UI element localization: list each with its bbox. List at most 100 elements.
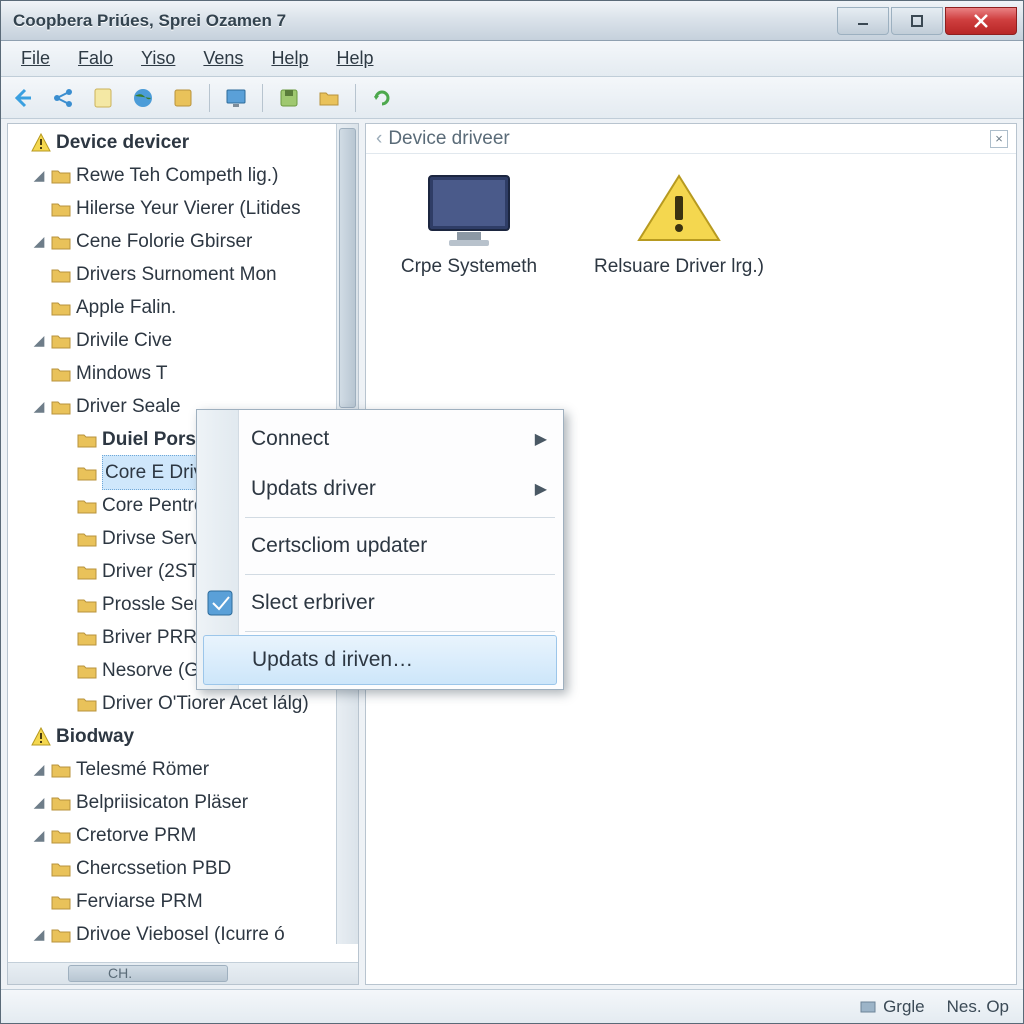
- details-item-warning[interactable]: Relsuare Driver lrg.): [594, 170, 764, 278]
- minimize-button[interactable]: [837, 7, 889, 35]
- menu-falo[interactable]: Falo: [66, 44, 125, 73]
- tree-item-label: Driver (2ST: [102, 555, 199, 588]
- status-right: Nes. Op: [947, 997, 1009, 1017]
- context-menu-item[interactable]: Updats driver▶: [199, 464, 561, 514]
- details-item-label: Relsuare Driver lrg.): [594, 256, 764, 278]
- tree-item[interactable]: Mindows T: [8, 357, 358, 390]
- tree-item[interactable]: Ferviarse PRM: [8, 885, 358, 918]
- tree-item[interactable]: ◢ Rewe Teh Competh lig.): [8, 159, 358, 192]
- menu-file[interactable]: File: [9, 44, 62, 73]
- tree-item[interactable]: Drivers Surnoment Mon: [8, 258, 358, 291]
- expander-icon[interactable]: ◢: [30, 324, 48, 357]
- tool-share-icon[interactable]: [47, 82, 79, 114]
- tree-item[interactable]: Hilerse Yeur Vierer (Litides: [8, 192, 358, 225]
- tool-note-icon[interactable]: [87, 82, 119, 114]
- tree-item[interactable]: ◢ Drivoe Viebosel (Icurre ó: [8, 918, 358, 951]
- toolbar-separator: [209, 84, 210, 112]
- tree-item[interactable]: ◢ Drivile Cive: [8, 324, 358, 357]
- toolbar-separator: [355, 84, 356, 112]
- context-menu-label: Connect: [251, 427, 329, 451]
- hscroll-thumb[interactable]: [68, 965, 228, 982]
- tree-root-device[interactable]: Device devicer: [8, 126, 358, 159]
- tree-item[interactable]: Apple Falin.: [8, 291, 358, 324]
- window-buttons: [835, 7, 1017, 35]
- context-menu-item[interactable]: Certscliom updater: [199, 521, 561, 571]
- context-menu-item[interactable]: Updats d iriven…: [203, 635, 557, 685]
- menu-bar: File Falo Yiso Vens Help Help: [1, 41, 1023, 77]
- folder-icon: [50, 891, 72, 913]
- tool-folder-icon[interactable]: [313, 82, 345, 114]
- folder-icon: [50, 297, 72, 319]
- folder-icon: [50, 165, 72, 187]
- tree-item-label: Driver Seale: [76, 390, 181, 423]
- tree-item[interactable]: Driver O'Tiorer Acet lálg): [8, 687, 358, 720]
- tool-monitor-icon[interactable]: [220, 82, 252, 114]
- tool-globe-icon[interactable]: [127, 82, 159, 114]
- tree-item-label: Rewe Teh Competh lig.): [76, 159, 278, 192]
- menu-help1[interactable]: Help: [259, 44, 320, 73]
- tree-item[interactable]: ◢Belpriisicaton Pläser: [8, 786, 358, 819]
- details-title: Device driveer: [388, 128, 509, 150]
- content-area: Device devicer ◢ Rewe Teh Competh lig.)Hi…: [1, 119, 1023, 989]
- context-menu-label: Updats d iriven…: [252, 648, 413, 672]
- tree-item-label: Briver PRR: [102, 621, 197, 654]
- context-menu-item[interactable]: Slect erbriver: [199, 578, 561, 628]
- expander-icon[interactable]: ◢: [30, 819, 48, 852]
- maximize-button[interactable]: [891, 7, 943, 35]
- context-menu-label: Slect erbriver: [251, 591, 375, 615]
- tree-root-biodway[interactable]: Biodway: [8, 720, 358, 753]
- tree-hscrollbar[interactable]: CH.: [8, 962, 358, 984]
- expander-icon[interactable]: ◢: [30, 159, 48, 192]
- tree-item[interactable]: ◢ Cene Folorie Gbirser: [8, 225, 358, 258]
- tree-item-label: Drivers Surnoment Mon: [76, 258, 277, 291]
- context-menu-item[interactable]: Connect ▶: [199, 414, 561, 464]
- expander-icon[interactable]: ◢: [30, 225, 48, 258]
- menu-help2[interactable]: Help: [324, 44, 385, 73]
- hscroll-label: CH.: [108, 965, 132, 981]
- tool-disk-icon[interactable]: [273, 82, 305, 114]
- context-menu-label: Updats driver: [251, 477, 376, 501]
- app-window: Coopbera Priúes, Sprei Ozamen 7 File Fal…: [0, 0, 1024, 1024]
- folder-icon: [50, 198, 72, 220]
- folder-icon: [50, 363, 72, 385]
- tool-tag-icon[interactable]: [167, 82, 199, 114]
- tool-back-icon[interactable]: [7, 82, 39, 114]
- tree-item-label: Drivile Cive: [76, 324, 172, 357]
- tree-item-label: Drivoe Viebosel (Icurre ó: [76, 918, 285, 951]
- close-button[interactable]: [945, 7, 1017, 35]
- menu-yiso[interactable]: Yiso: [129, 44, 187, 73]
- expander-icon[interactable]: ◢: [30, 786, 48, 819]
- expander-icon[interactable]: ◢: [30, 753, 48, 786]
- tree-item-label: Driver O'Tiorer Acet lálg): [102, 687, 309, 720]
- tree-item-label: Apple Falin.: [76, 291, 176, 324]
- folder-icon: [50, 858, 72, 880]
- context-menu-separator: [245, 574, 555, 575]
- tree-item[interactable]: Chercssetion PBD: [8, 852, 358, 885]
- window-title: Coopbera Priúes, Sprei Ozamen 7: [13, 11, 835, 31]
- folder-icon: [50, 231, 72, 253]
- folder-icon: [50, 330, 72, 352]
- tree-item[interactable]: ◢ Cretorve PRM: [8, 819, 358, 852]
- pane-close-button[interactable]: ×: [990, 130, 1008, 148]
- tree-item[interactable]: ◢Telesmé Römer: [8, 753, 358, 786]
- details-item-computer[interactable]: Crpe Systemeth: [384, 170, 554, 278]
- tree-item-label: Cretorve PRM: [76, 819, 196, 852]
- action-icon: [205, 588, 235, 618]
- folder-icon: [76, 594, 98, 616]
- tree-item-label: Cene Folorie Gbirser: [76, 225, 252, 258]
- tool-refresh-icon[interactable]: [366, 82, 398, 114]
- folder-icon: [76, 561, 98, 583]
- folder-icon: [50, 759, 72, 781]
- expander-icon[interactable]: ◢: [30, 918, 48, 951]
- menu-vens[interactable]: Vens: [191, 44, 255, 73]
- submenu-arrow-icon: ▶: [535, 429, 547, 449]
- folder-icon: [50, 396, 72, 418]
- monitor-icon: [421, 170, 517, 248]
- expander-icon[interactable]: ◢: [30, 390, 48, 423]
- warning-icon: [631, 170, 727, 248]
- folder-icon: [76, 495, 98, 517]
- vscroll-thumb[interactable]: [339, 128, 356, 408]
- warning-icon: [30, 726, 52, 748]
- status-left: Grgle: [859, 997, 925, 1017]
- toolbar-separator: [262, 84, 263, 112]
